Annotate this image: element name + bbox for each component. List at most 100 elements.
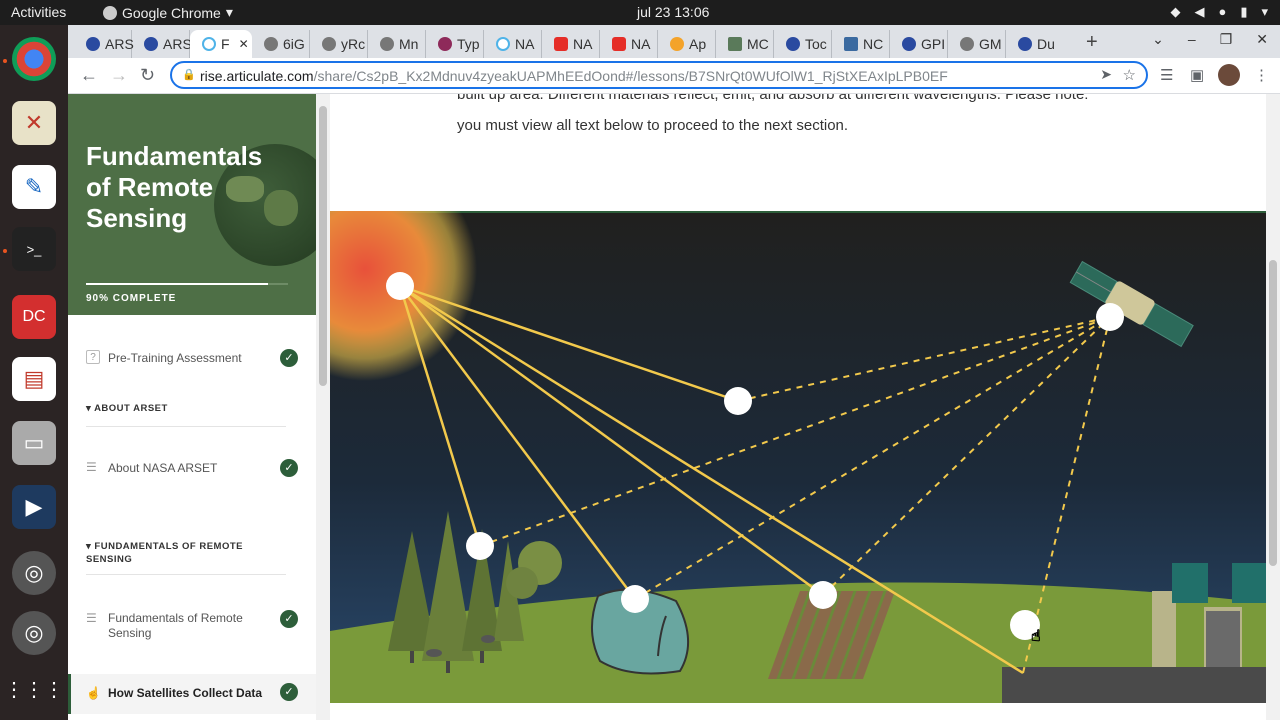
tab-15[interactable]: GPI [890, 30, 948, 58]
tab-13[interactable]: Toc [774, 30, 832, 58]
section-label: FUNDAMENTALS OF REMOTE SENSING [86, 541, 243, 565]
tab-4[interactable]: 6iG [252, 30, 310, 58]
tab-11[interactable]: Ap [658, 30, 716, 58]
remote-sensing-illustration: ☝ [330, 211, 1266, 703]
lesson-about-nasa-arset[interactable]: ☰ About NASA ARSET ✓ [68, 449, 316, 485]
hotspot-icon[interactable] [724, 387, 752, 415]
url-host: rise.articulate.com [200, 68, 314, 84]
close-icon[interactable]: ✕ [1256, 31, 1268, 48]
minimize-icon[interactable]: – [1188, 31, 1196, 48]
disc-icon[interactable]: ◎ [12, 551, 56, 595]
tab-12[interactable]: MC [716, 30, 774, 58]
side-panel-icon[interactable]: ▣ [1190, 66, 1204, 84]
tab-strip: ARS ARS F ✕ 6iG yRc Mn Typ NA NA NA Ap MC… [68, 25, 1280, 58]
close-icon[interactable]: ✕ [239, 37, 249, 51]
sidebar-scrollbar[interactable] [316, 94, 330, 720]
tab-7[interactable]: Typ [426, 30, 484, 58]
terminal-icon[interactable]: >_ [12, 227, 56, 271]
tab-1[interactable]: ARS [74, 30, 134, 58]
tab-label: MC [747, 36, 769, 52]
chrome-icon[interactable] [12, 37, 56, 81]
files-icon[interactable]: ▭ [12, 421, 56, 465]
menu-icon[interactable]: ⋮ [1254, 66, 1269, 84]
activities-button[interactable]: Activities [11, 4, 66, 20]
tab-10[interactable]: NA [600, 30, 658, 58]
tab-search-icon[interactable]: ⌄ [1152, 31, 1164, 48]
lesson-fundamentals[interactable]: ☰ Fundamentals of Remote Sensing ✓ [68, 600, 316, 644]
tab-label: NA [631, 36, 651, 52]
text-editor-icon[interactable]: ✎ [12, 165, 56, 209]
lesson-label: About NASA ARSET [108, 461, 218, 475]
tab-label: ARS [163, 36, 192, 52]
url-text[interactable]: rise.articulate.com/share/Cs2pB_Kx2Mdnuv… [200, 68, 948, 84]
site-icon [844, 37, 858, 51]
tab-5[interactable]: yRc [310, 30, 368, 58]
body-text-line: you must view all text below to proceed … [457, 117, 849, 134]
lesson-pre-training-assessment[interactable]: ? Pre-Training Assessment ✓ [68, 339, 316, 375]
nasa-icon [144, 37, 158, 51]
interactive-lesson-icon: ☝ [86, 686, 101, 700]
tab-active[interactable]: F ✕ [190, 30, 252, 58]
scrollbar-thumb[interactable] [319, 106, 327, 386]
app-menu[interactable]: Google Chrome ▾ [103, 4, 233, 21]
hotspot-icon[interactable] [466, 532, 494, 560]
progress-bar-fill [86, 283, 268, 285]
lesson-label: Fundamentals of Remote Sensing [108, 611, 243, 640]
section-about-arset[interactable]: ▾ ABOUT ARSET [86, 402, 286, 415]
tab-label: GPI [921, 36, 946, 52]
tab-label: NC [863, 36, 884, 52]
okular-icon[interactable]: DC [12, 295, 56, 339]
tab-6[interactable]: Mn [368, 30, 426, 58]
document-viewer-icon[interactable]: ▤ [12, 357, 56, 401]
lock-icon[interactable]: 🔒 [182, 68, 196, 81]
new-tab-button[interactable]: + [1086, 31, 1098, 54]
url-path: /share/Cs2pB_Kx2Mdnuv4zyeakUAPMhEEdOond#… [313, 68, 948, 84]
clock[interactable]: jul 23 13:06 [637, 4, 709, 20]
course-header: Fundamentals of Remote Sensing 90% COMPL… [68, 94, 316, 315]
rise-icon [496, 37, 510, 51]
app-menu-label: Google Chrome [122, 4, 221, 21]
tab-8[interactable]: NA [484, 30, 542, 58]
tab-label: Toc [805, 36, 827, 52]
volume-icon: ◀ [1194, 4, 1205, 19]
youtube-icon [554, 37, 568, 51]
disc-icon[interactable]: ◎ [12, 611, 56, 655]
quiz-icon: ? [86, 350, 100, 364]
show-apps-icon[interactable]: ⋮⋮⋮ [4, 667, 64, 711]
avatar[interactable] [1218, 64, 1240, 86]
back-button[interactable]: ← [80, 65, 98, 86]
reading-list-icon[interactable]: ☰ [1160, 66, 1173, 84]
page-scrollbar[interactable] [1266, 94, 1280, 720]
dock: ✕ ✎ >_ DC ▤ ▭ ▶ ◎ ◎ ⋮⋮⋮ [0, 25, 68, 720]
address-bar[interactable]: 🔒 rise.articulate.com/share/Cs2pB_Kx2Mdn… [170, 61, 1148, 89]
tab-14[interactable]: NC [832, 30, 890, 58]
tab-label: ARS [105, 36, 134, 52]
forward-button[interactable]: → [110, 65, 128, 86]
hotspot-icon[interactable] [386, 272, 414, 300]
hotspot-icon[interactable] [621, 585, 649, 613]
section-fundamentals[interactable]: ▾ FUNDAMENTALS OF REMOTE SENSING [86, 540, 286, 566]
tab-label: NA [515, 36, 535, 52]
system-tray[interactable]: ◆ ◀ ● ▮ ▾ [1170, 4, 1268, 20]
maximize-icon[interactable]: ❐ [1220, 31, 1233, 48]
section-label: ABOUT ARSET [94, 403, 168, 414]
tab-9[interactable]: NA [542, 30, 600, 58]
tab-17[interactable]: Du [1006, 30, 1064, 58]
page-content: Fundamentals of Remote Sensing 90% COMPL… [68, 94, 1280, 720]
hotspot-icon[interactable] [1096, 303, 1124, 331]
star-icon[interactable]: ☆ [1123, 66, 1136, 84]
lesson-how-satellites-collect-data[interactable]: ☝ How Satellites Collect Data ✓ [68, 674, 316, 714]
scrollbar-thumb[interactable] [1269, 260, 1277, 566]
tab-2[interactable]: ARS [132, 30, 192, 58]
video-editor-icon[interactable]: ▶ [12, 485, 56, 529]
check-icon: ✓ [280, 349, 298, 367]
reload-button[interactable]: ↻ [140, 65, 155, 86]
caret-down-icon: ▾ [1261, 4, 1268, 19]
globe-icon [322, 37, 336, 51]
rise-icon [202, 37, 216, 51]
send-icon[interactable]: ➤ [1100, 66, 1112, 83]
system-top-bar: Activities Google Chrome ▾ jul 23 13:06 … [0, 0, 1280, 25]
xmind-icon[interactable]: ✕ [12, 101, 56, 145]
hotspot-icon[interactable] [809, 581, 837, 609]
tab-16[interactable]: GM [948, 30, 1006, 58]
